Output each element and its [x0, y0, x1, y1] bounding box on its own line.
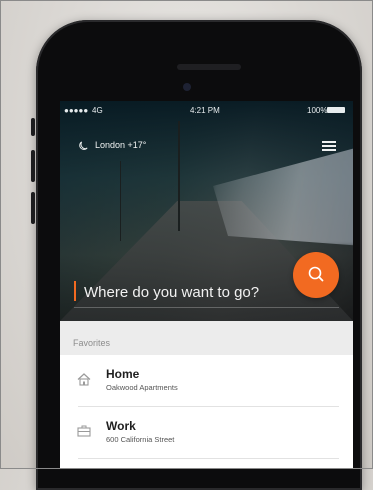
search-underline	[74, 307, 339, 308]
list-divider	[78, 458, 339, 459]
favorite-item-work[interactable]: Work 600 California Street	[60, 407, 353, 459]
battery-icon	[327, 107, 345, 113]
phone-camera	[183, 83, 191, 91]
search-button[interactable]	[293, 252, 339, 298]
phone-side-button	[31, 118, 35, 136]
favorites-header: Favorites	[60, 321, 353, 355]
favorite-subtitle: Oakwood Apartments	[106, 383, 178, 392]
favorites-title: Favorites	[73, 338, 111, 348]
briefcase-icon	[77, 425, 91, 437]
search-input[interactable]: Where do you want to go?	[84, 284, 259, 301]
weather-widget[interactable]: London +17°	[78, 138, 146, 152]
weather-label: London +17°	[95, 140, 147, 150]
search-icon	[308, 266, 324, 282]
signal-strength: ●●●●●	[64, 106, 89, 115]
search-cursor	[74, 281, 76, 301]
phone-volume-up-button	[31, 150, 35, 182]
status-time: 4:21 PM	[190, 106, 220, 115]
tram-image	[213, 146, 353, 246]
phone-speaker	[177, 64, 241, 70]
phone-volume-down-button	[31, 192, 35, 224]
street-pole	[120, 161, 121, 241]
battery-percent: 100%	[307, 106, 328, 115]
favorite-title: Home	[106, 367, 140, 381]
favorite-item-home[interactable]: Home Oakwood Apartments	[60, 355, 353, 407]
street-pole	[178, 121, 180, 231]
carrier-label: 4G	[92, 106, 103, 115]
favorite-subtitle: 600 California Street	[106, 435, 175, 444]
app-screen: ●●●●● 4G 4:21 PM 100% London +17° Where …	[60, 101, 353, 469]
favorite-title: Work	[106, 419, 136, 433]
hamburger-menu-icon[interactable]	[322, 141, 336, 151]
status-bar: ●●●●● 4G 4:21 PM 100%	[60, 101, 353, 119]
home-icon	[77, 373, 91, 386]
moon-icon	[79, 140, 88, 150]
